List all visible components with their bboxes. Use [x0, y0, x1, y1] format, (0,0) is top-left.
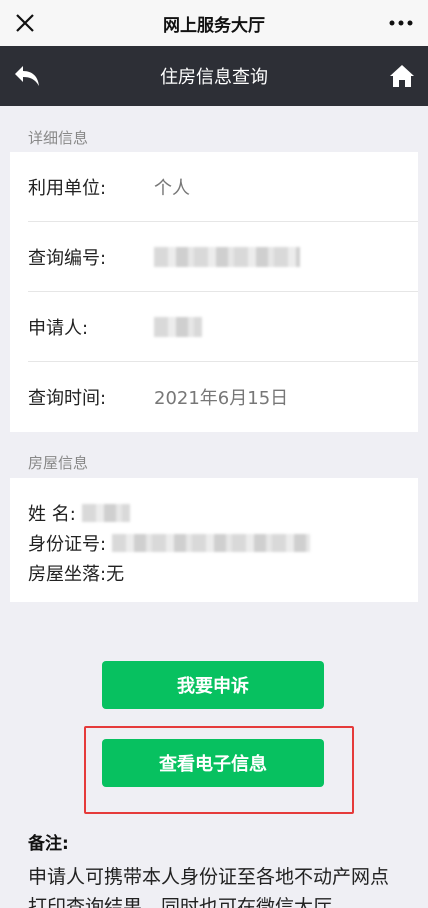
wechat-title: 网上服务大厅 [163, 15, 265, 36]
highlight-box [84, 726, 354, 814]
house-id-line: 身份证号: [28, 530, 311, 556]
house-location-label: 房屋坐落: [28, 564, 107, 585]
back-arrow-icon[interactable] [12, 62, 42, 90]
house-id-label: 身份证号: [28, 534, 107, 555]
close-icon[interactable] [8, 6, 42, 40]
house-card: 姓 名: 身份证号: 房屋坐落: 无 [10, 478, 418, 602]
detail-section-label: 详细信息 [28, 129, 89, 147]
house-id-redacted [112, 534, 311, 552]
house-name-redacted [81, 504, 130, 522]
more-icon[interactable] [388, 14, 414, 32]
home-icon[interactable] [388, 62, 416, 90]
appeal-button[interactable]: 我要申诉 [102, 661, 324, 709]
detail-row-query-time: 查询时间: 2021年6月15日 [28, 362, 418, 432]
page-title: 住房信息查询 [160, 67, 268, 88]
query-time-label: 查询时间: [28, 388, 107, 409]
house-name-label: 姓 名: [28, 504, 76, 525]
house-name-line: 姓 名: [28, 500, 130, 526]
detail-card: 利用单位: 个人 查询编号: 申请人: 查询时间: 2021年6月15日 [10, 152, 418, 432]
note-title: 备注: [28, 834, 69, 854]
query-time-value: 2021年6月15日 [154, 388, 289, 409]
house-location-line: 房屋坐落: 无 [28, 560, 124, 586]
detail-row-applicant: 申请人: [28, 292, 418, 362]
detail-row-unit: 利用单位: 个人 [28, 152, 418, 222]
query-number-redacted [154, 246, 300, 267]
applicant-redacted [154, 316, 202, 337]
query-number-label: 查询编号: [28, 247, 107, 269]
house-section-label: 房屋信息 [28, 454, 89, 472]
app-header: 住房信息查询 [0, 46, 428, 106]
note-text: 申请人可携带本人身份证至各地不动产网点打印查询结果，同时也可在微信大厅 [28, 866, 390, 908]
detail-row-query-number: 查询编号: [28, 222, 418, 292]
unit-label: 利用单位: [28, 177, 107, 199]
applicant-label: 申请人: [28, 317, 89, 339]
house-location-value: 无 [106, 564, 125, 585]
wechat-top-bar: 网上服务大厅 [0, 0, 428, 46]
unit-value: 个人 [154, 177, 190, 199]
